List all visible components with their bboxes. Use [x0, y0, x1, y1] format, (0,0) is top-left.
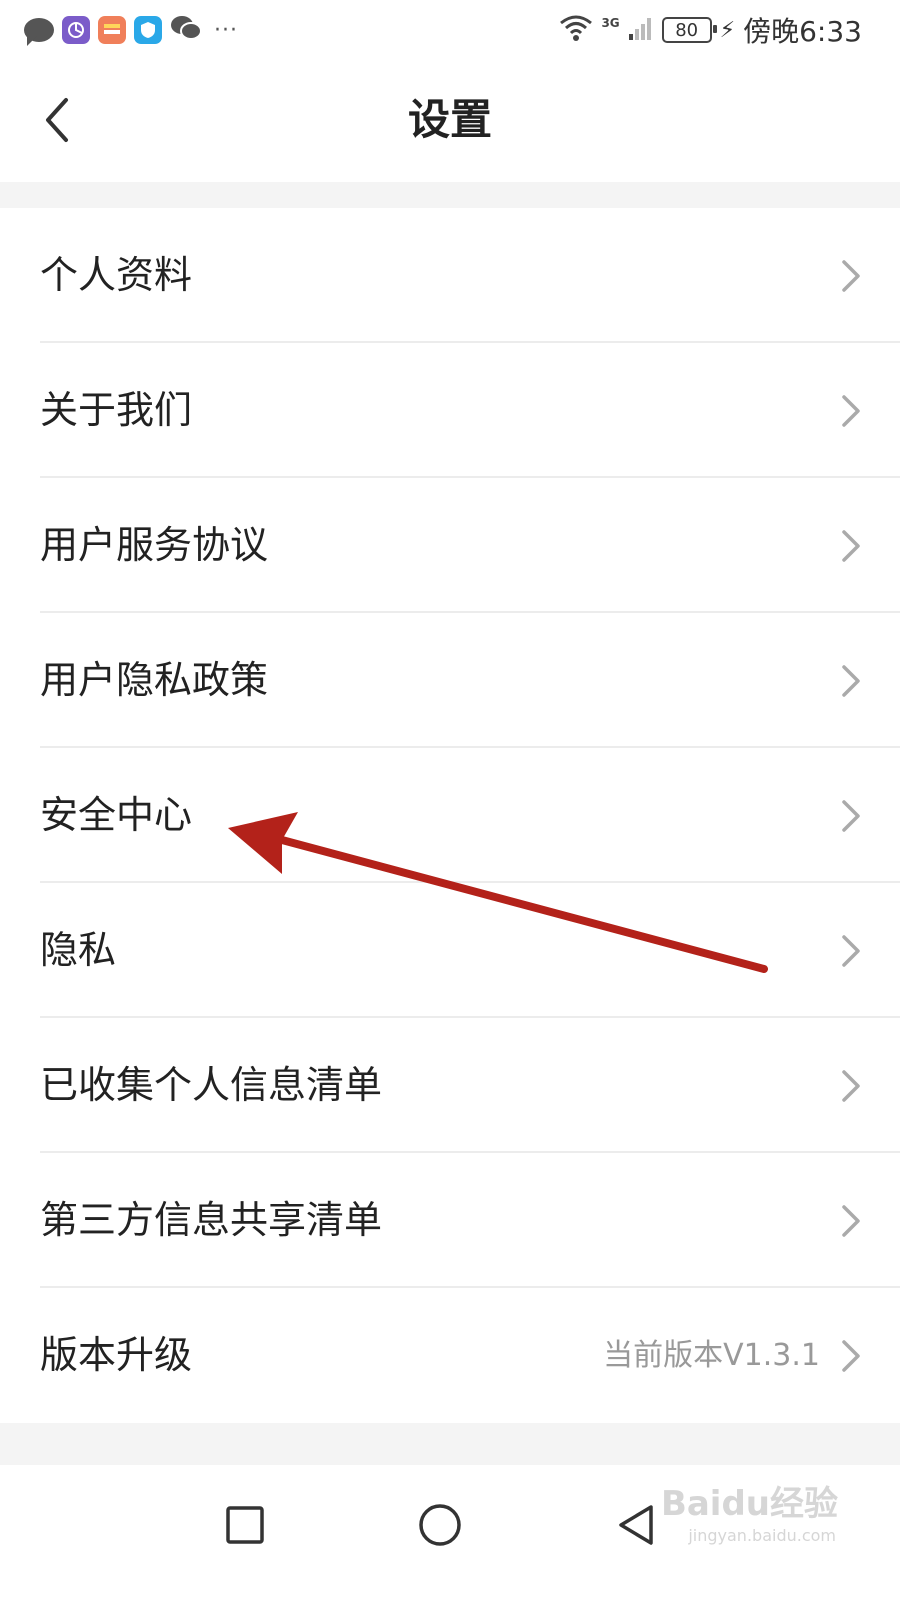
settings-item-collected-info-list[interactable]: 已收集个人信息清单: [0, 1018, 900, 1153]
chevron-right-icon: [842, 665, 860, 697]
home-icon: [419, 1504, 461, 1546]
settings-item-label: 关于我们: [40, 388, 193, 432]
settings-item-security-center[interactable]: 安全中心: [0, 748, 900, 883]
chevron-right-icon: [842, 1340, 860, 1372]
recent-apps-icon: [226, 1506, 264, 1544]
settings-item-privacy-policy[interactable]: 用户隐私政策: [0, 613, 900, 748]
chevron-right-icon: [842, 800, 860, 832]
network-type: 3G: [601, 16, 620, 30]
signal-icon: [628, 14, 654, 46]
system-back-button[interactable]: [607, 1495, 667, 1555]
charging-icon: ⚡: [719, 17, 736, 43]
watermark-url: jingyan.baidu.com: [688, 1526, 836, 1545]
clock: 傍晚6:33: [743, 15, 862, 48]
chevron-right-icon: [842, 1070, 860, 1102]
chevron-right-icon: [842, 260, 860, 292]
settings-item-profile[interactable]: 个人资料: [0, 208, 900, 343]
settings-item-about-us[interactable]: 关于我们: [0, 343, 900, 478]
section-gap: [0, 182, 900, 208]
settings-item-label: 版本升级: [40, 1333, 193, 1377]
battery-icon: 80: [661, 17, 717, 43]
chevron-right-icon: [842, 1205, 860, 1237]
chevron-right-icon: [842, 395, 860, 427]
shield-app-icon: [134, 16, 162, 44]
status-bar: ··· 3G 80 ⚡ 傍晚6:33: [0, 0, 900, 60]
recent-apps-button[interactable]: [215, 1495, 275, 1555]
page-title: 设置: [407, 95, 492, 144]
notification-icons: ···: [24, 14, 238, 46]
settings-item-privacy[interactable]: 隐私: [0, 883, 900, 1018]
settings-item-label: 用户服务协议: [40, 523, 269, 567]
chevron-right-icon: [842, 935, 860, 967]
message-icon: [24, 18, 54, 46]
settings-item-label: 安全中心: [40, 793, 193, 837]
app-icon: [98, 16, 126, 44]
settings-item-label: 个人资料: [40, 253, 193, 297]
wechat-icon: [170, 15, 202, 45]
settings-list: 个人资料 关于我们 用户服务协议 用户隐私政策 安全中心 隐私 已收集个人信息清…: [0, 208, 900, 1423]
settings-item-label: 隐私: [40, 928, 117, 972]
more-notifications: ···: [214, 17, 238, 43]
wifi-icon: [559, 14, 593, 46]
current-version: 当前版本V1.3.1: [603, 1338, 820, 1373]
home-button[interactable]: [410, 1495, 470, 1555]
chevron-right-icon: [842, 530, 860, 562]
header: 设置: [0, 60, 900, 182]
gallery-icon: [62, 16, 90, 44]
settings-item-label: 已收集个人信息清单: [40, 1063, 383, 1107]
section-gap: [0, 1423, 900, 1465]
settings-item-user-agreement[interactable]: 用户服务协议: [0, 478, 900, 613]
settings-item-third-party-sharing-list[interactable]: 第三方信息共享清单: [0, 1153, 900, 1288]
back-triangle-icon: [619, 1505, 653, 1545]
watermark: Baidu经验: [660, 1484, 838, 1524]
system-status: 3G 80 ⚡ 傍晚6:33: [559, 10, 862, 50]
settings-item-version-upgrade[interactable]: 版本升级 当前版本V1.3.1: [0, 1288, 900, 1423]
settings-item-label: 第三方信息共享清单: [40, 1198, 383, 1242]
settings-item-label: 用户隐私政策: [40, 658, 269, 702]
